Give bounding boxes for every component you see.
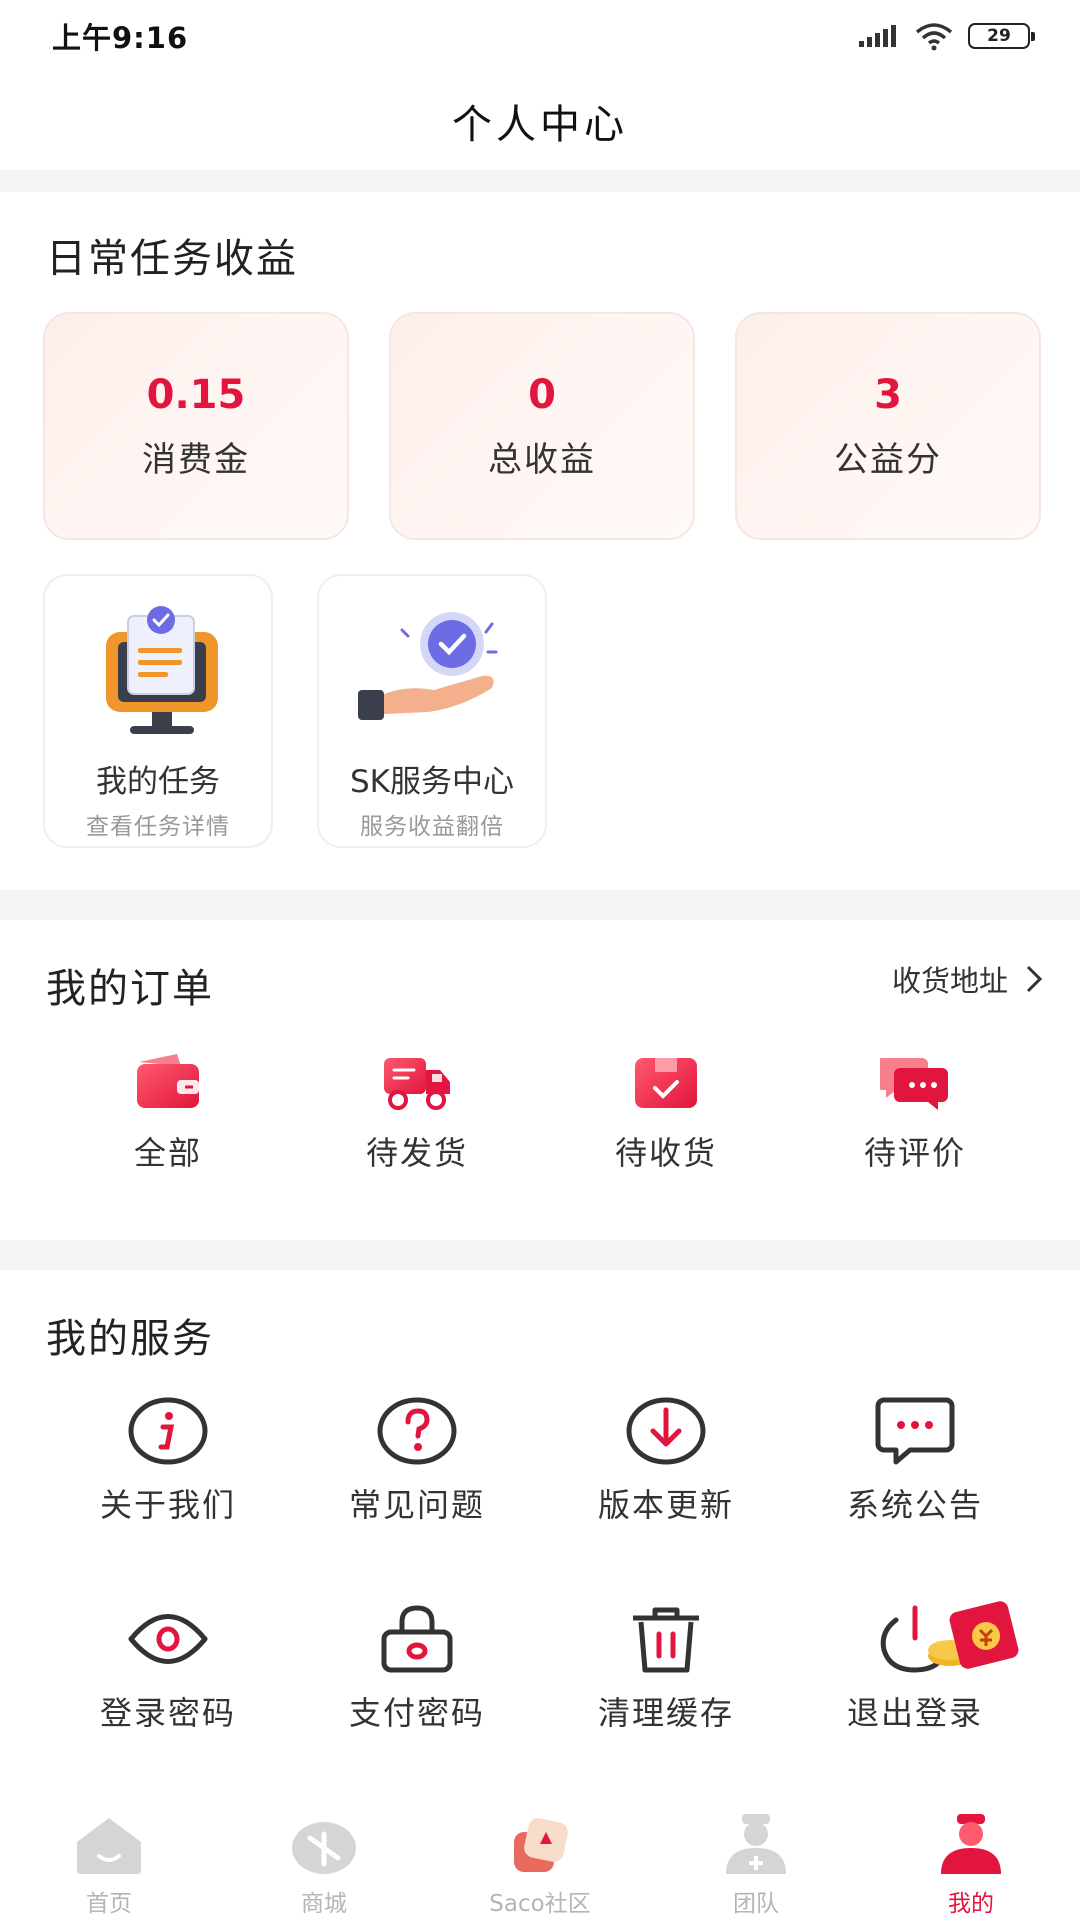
header: 个人中心 <box>0 72 1080 170</box>
nav-label: 商城 <box>301 1891 347 1917</box>
home-icon <box>77 1818 141 1874</box>
feature-title: SK服务中心 <box>349 764 514 800</box>
stat-value: 3 <box>874 371 902 418</box>
order-to-ship[interactable]: 待发货 <box>317 1052 517 1174</box>
truck-icon <box>384 1058 450 1110</box>
nav-mall[interactable]: 商城 <box>244 1800 404 1920</box>
nav-label: 首页 <box>86 1891 132 1917</box>
service-label: 退出登录 <box>846 1694 983 1732</box>
eye-icon <box>128 1614 208 1664</box>
my-tasks-card[interactable]: 我的任务 查看任务详情 <box>43 574 273 848</box>
battery-icon: 29 <box>968 23 1035 49</box>
package-icon <box>635 1058 697 1108</box>
task-monitor-icon <box>106 606 218 734</box>
service-clear-cache[interactable]: 清理缓存 <box>566 1604 766 1734</box>
service-faq[interactable]: 常见问题 <box>317 1396 517 1526</box>
sk-service-center-card[interactable]: SK服务中心 服务收益翻倍 <box>317 574 547 848</box>
order-label: 待发货 <box>365 1134 468 1172</box>
service-login-password[interactable]: 登录密码 <box>68 1604 268 1734</box>
question-icon <box>377 1397 457 1465</box>
order-label: 待收货 <box>614 1134 717 1172</box>
mall-icon <box>292 1822 356 1874</box>
wallet-icon <box>137 1054 199 1108</box>
stat-label: 总收益 <box>488 439 596 480</box>
nav-home[interactable]: 首页 <box>29 1800 189 1920</box>
section-divider <box>0 890 1080 920</box>
stat-value: 0.15 <box>146 371 246 418</box>
section-divider <box>0 170 1080 192</box>
order-all[interactable]: 全部 <box>68 1052 268 1174</box>
shipping-address-link[interactable]: 收货地址 <box>892 958 1044 1000</box>
community-icon <box>514 1818 568 1872</box>
orders-section-title: 我的订单 <box>46 966 214 1012</box>
chevron-right-icon <box>1026 965 1043 993</box>
trash-icon <box>633 1607 699 1673</box>
signal-icon <box>859 25 896 47</box>
service-label: 系统公告 <box>846 1486 983 1524</box>
status-bar: 上午9:16 29 <box>0 0 1080 72</box>
stat-card-charity-points[interactable]: 3 公益分 <box>735 312 1041 540</box>
feature-title: 我的任务 <box>96 764 220 800</box>
order-label: 全部 <box>133 1134 202 1172</box>
message-icon <box>875 1397 955 1465</box>
team-icon <box>726 1814 786 1874</box>
stat-card-total-income[interactable]: 0 总收益 <box>389 312 695 540</box>
nav-label: Saco社区 <box>489 1891 591 1917</box>
order-label: 待评价 <box>863 1134 966 1172</box>
stat-label: 消费金 <box>142 439 250 480</box>
status-time: 上午9:16 <box>52 21 189 55</box>
stat-card-consumption[interactable]: 0.15 消费金 <box>43 312 349 540</box>
nav-profile[interactable]: 我的 <box>891 1800 1051 1920</box>
section-divider <box>0 1240 1080 1270</box>
stat-value: 0 <box>528 371 556 418</box>
service-hand-icon <box>358 612 498 720</box>
feature-subtitle: 查看任务详情 <box>86 814 230 840</box>
status-icons: 29 <box>858 21 1035 51</box>
nav-team[interactable]: 团队 <box>676 1800 836 1920</box>
chat-bubbles-icon <box>880 1058 948 1110</box>
wifi-icon <box>915 23 953 51</box>
download-icon <box>626 1397 706 1465</box>
service-version-update[interactable]: 版本更新 <box>566 1396 766 1526</box>
battery-level: 29 <box>987 26 1011 46</box>
red-envelope-icon <box>928 1601 1019 1669</box>
service-label: 常见问题 <box>348 1486 485 1524</box>
order-to-receive[interactable]: 待收货 <box>566 1052 766 1174</box>
nav-label: 我的 <box>948 1891 994 1917</box>
lock-icon <box>381 1605 453 1673</box>
shipping-address-label: 收货地址 <box>891 964 1008 998</box>
bottom-nav: 首页 商城 Saco社区 团队 我的 <box>0 1800 1080 1920</box>
stat-label: 公益分 <box>834 439 942 480</box>
service-about-us[interactable]: 关于我们 <box>68 1396 268 1526</box>
service-label: 清理缓存 <box>597 1694 734 1732</box>
feature-subtitle: 服务收益翻倍 <box>360 814 504 840</box>
order-to-review[interactable]: 待评价 <box>815 1052 1015 1174</box>
nav-label: 团队 <box>733 1891 779 1917</box>
service-label: 支付密码 <box>348 1694 485 1732</box>
page-title: 个人中心 <box>452 102 628 148</box>
daily-section-title: 日常任务收益 <box>46 236 298 282</box>
service-pay-password[interactable]: 支付密码 <box>317 1604 517 1734</box>
profile-icon <box>941 1814 1001 1874</box>
service-label: 关于我们 <box>99 1486 236 1524</box>
info-icon <box>128 1397 208 1465</box>
nav-community[interactable]: Saco社区 <box>460 1800 620 1920</box>
service-label: 登录密码 <box>99 1694 236 1732</box>
service-system-notice[interactable]: 系统公告 <box>815 1396 1015 1526</box>
service-label: 版本更新 <box>597 1486 734 1524</box>
services-section-title: 我的服务 <box>46 1316 214 1362</box>
